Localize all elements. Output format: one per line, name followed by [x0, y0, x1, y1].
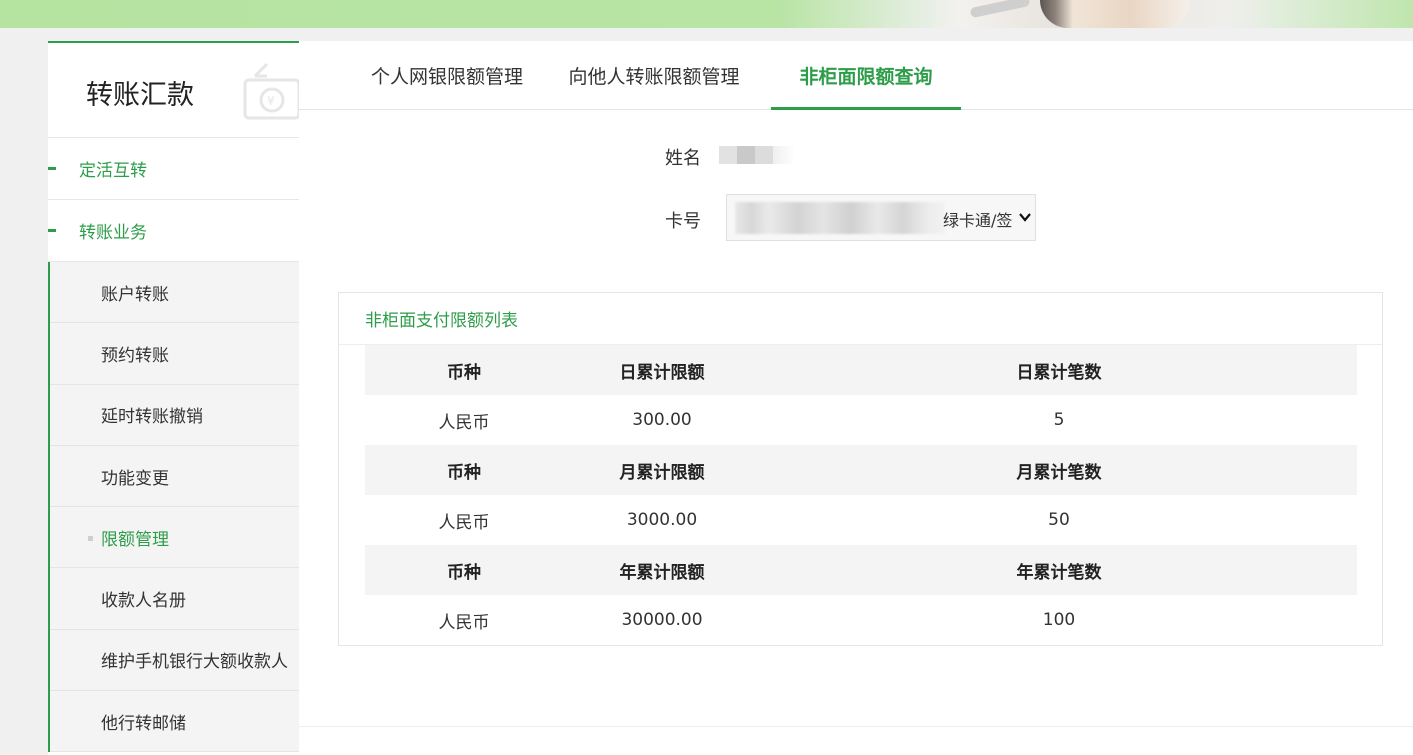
header-cell: 币种: [447, 462, 481, 483]
panel-title: 非柜面支付限额列表: [339, 293, 1382, 345]
main-content: 个人网银限额管理 向他人转账限额管理 非柜面限额查询 姓名 卡号 绿卡通/签 非…: [299, 41, 1413, 755]
submenu-item-label: 他行转邮储: [101, 713, 186, 734]
table-cell: 人民币: [438, 612, 490, 633]
tab-non-counter-limit-query[interactable]: 非柜面限额查询: [771, 41, 961, 110]
submenu-item-label: 功能变更: [101, 468, 169, 489]
table-cell: 人民币: [438, 412, 490, 433]
transfer-money-icon: ¥: [243, 62, 299, 120]
submenu-item-label: 限额管理: [101, 529, 169, 550]
submenu-item-label: 延时转账撤销: [101, 407, 203, 428]
chevron-down-icon: [1019, 213, 1031, 222]
name-value-redacted: [719, 146, 795, 164]
tab-label: 个人网银限额管理: [370, 66, 523, 88]
submenu-item-other-bank-to-postal[interactable]: 他行转邮储: [50, 691, 299, 753]
sidebar: 转账汇款 ¥ 定活互转 转账业务 账户转账 预约转账 延时转账撤销 功能变更 限…: [48, 41, 299, 755]
active-dot: [88, 536, 93, 542]
table-header-row: 币种 日累计限额 日累计笔数: [365, 345, 1357, 395]
nav-marker: [48, 229, 56, 232]
table-cell: 100: [1042, 610, 1076, 630]
active-tab-indicator: [771, 107, 961, 110]
submenu-item-limit-management[interactable]: 限额管理: [50, 507, 299, 569]
sidebar-header: 转账汇款 ¥: [48, 43, 299, 138]
table-cell: 5: [1053, 410, 1065, 430]
tab-label: 非柜面限额查询: [799, 66, 933, 88]
submenu-item-delayed-transfer-cancel[interactable]: 延时转账撤销: [50, 385, 299, 446]
name-label: 姓名: [665, 148, 701, 169]
sidebar-item-label: 转账业务: [79, 223, 147, 243]
submenu-item-payee-list[interactable]: 收款人名册: [50, 568, 299, 630]
limit-list-panel: 非柜面支付限额列表 币种 日累计限额 日累计笔数 人民币 300.00 5 币种…: [338, 292, 1383, 646]
submenu-item-function-change[interactable]: 功能变更: [50, 446, 299, 508]
submenu-item-label: 收款人名册: [101, 591, 186, 612]
card-label: 卡号: [665, 211, 701, 232]
submenu-item-label: 维护手机银行大额收款人: [101, 652, 288, 673]
header-cell: 月累计限额: [619, 462, 705, 483]
submenu-item-label: 账户转账: [101, 284, 169, 305]
card-type-text: 绿卡通/签: [943, 211, 1013, 230]
submenu-item-mobile-large-payee[interactable]: 维护手机银行大额收款人: [50, 630, 299, 692]
tab-label: 向他人转账限额管理: [568, 66, 740, 88]
table-row: 人民币 3000.00 50: [365, 495, 1357, 545]
submenu-item-label: 预约转账: [101, 345, 169, 366]
submenu-item-account-transfer[interactable]: 账户转账: [50, 262, 299, 324]
header-cell: 币种: [447, 362, 481, 383]
card-number-select[interactable]: 绿卡通/签: [726, 194, 1036, 241]
nav-marker: [48, 167, 56, 170]
divider: [299, 726, 1413, 727]
header-cell: 日累计笔数: [1016, 362, 1102, 383]
sidebar-item-fixed-demand-transfer[interactable]: 定活互转: [48, 138, 299, 200]
header-cell: 月累计笔数: [1016, 462, 1102, 483]
table-cell: 50: [1048, 510, 1070, 530]
header-cell: 日累计限额: [619, 362, 705, 383]
table-cell: 人民币: [438, 512, 490, 533]
table-cell: 30000.00: [621, 610, 703, 630]
table-header-row: 币种 月累计限额 月累计笔数: [365, 445, 1357, 495]
banner-photo: [930, 0, 1275, 28]
table-cell: 300.00: [632, 410, 692, 430]
table-row: 人民币 30000.00 100: [365, 595, 1357, 645]
limit-table: 币种 日累计限额 日累计笔数 人民币 300.00 5 币种 月累计限额 月累计…: [365, 345, 1357, 645]
table-cell: 3000.00: [626, 510, 698, 530]
tab-personal-ebank-limit[interactable]: 个人网银限额管理: [332, 41, 562, 110]
transfer-submenu: 账户转账 预约转账 延时转账撤销 功能变更 限额管理 收款人名册 维护手机银行大…: [48, 262, 299, 753]
header-cell: 年累计笔数: [1016, 562, 1102, 583]
submenu-item-scheduled-transfer[interactable]: 预约转账: [50, 323, 299, 385]
header-cell: 年累计限额: [619, 562, 705, 583]
sidebar-title: 转账汇款: [86, 80, 194, 111]
top-banner: [0, 0, 1413, 28]
header-cell: 币种: [447, 562, 481, 583]
tab-bar: 个人网银限额管理 向他人转账限额管理 非柜面限额查询: [299, 41, 1413, 110]
table-row: 人民币 300.00 5: [365, 395, 1357, 445]
table-header-row: 币种 年累计限额 年累计笔数: [365, 545, 1357, 595]
sidebar-item-transfer-business[interactable]: 转账业务: [48, 200, 299, 262]
svg-text:¥: ¥: [267, 94, 275, 108]
card-number-redacted: [735, 202, 945, 234]
tab-transfer-to-others-limit[interactable]: 向他人转账限额管理: [544, 41, 764, 110]
sidebar-item-label: 定活互转: [79, 161, 147, 181]
